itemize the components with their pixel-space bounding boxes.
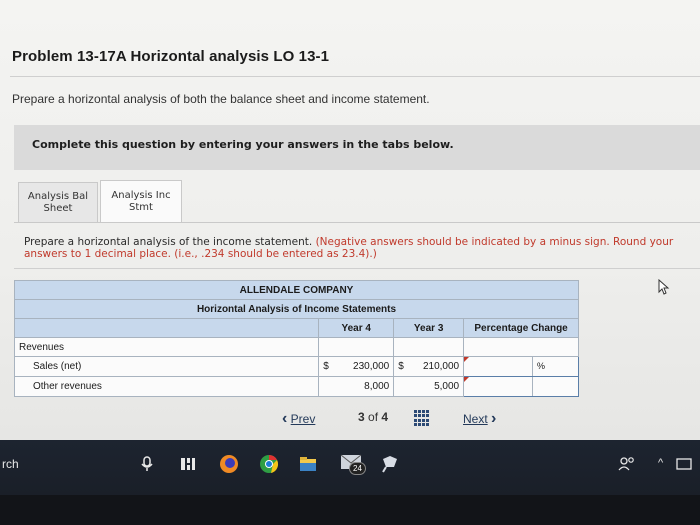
empty-cell bbox=[393, 337, 465, 357]
company-name: ALLENDALE COMPANY bbox=[14, 280, 579, 300]
mail-badge: 24 bbox=[349, 462, 366, 475]
table-row: Sales (net) $ 230,000 $ 210,000 % bbox=[13, 356, 579, 377]
required-marker-icon bbox=[464, 357, 470, 362]
cell-year3-sales: $ 210,000 bbox=[393, 356, 465, 377]
header-year4: Year 4 bbox=[318, 318, 395, 338]
statement-subtitle: Horizontal Analysis of Income Statements bbox=[14, 299, 579, 319]
instruction-banner: Complete this question by entering your … bbox=[14, 125, 700, 170]
pct-change-input-other[interactable] bbox=[463, 376, 579, 397]
table-row-section: Revenues bbox=[13, 337, 579, 357]
prev-label: Prev bbox=[290, 412, 316, 426]
banner-text: Complete this question by entering your … bbox=[32, 138, 454, 151]
pct-input-field[interactable] bbox=[464, 357, 533, 376]
empty-cell bbox=[463, 337, 579, 357]
row-label-sales: Sales (net) bbox=[13, 356, 320, 377]
cell-year3-other: 5,000 bbox=[393, 376, 465, 397]
content-instruction: Prepare a horizontal analysis of the inc… bbox=[24, 236, 700, 260]
currency-symbol: $ bbox=[398, 361, 404, 372]
tab-label-line1: Analysis Inc bbox=[111, 189, 171, 201]
table-header-company: ALLENDALE COMPANY bbox=[14, 280, 579, 300]
chevron-left-icon: ‹ bbox=[282, 410, 288, 427]
instruction-main: Prepare a horizontal analysis of the inc… bbox=[24, 236, 316, 248]
pct-input-field[interactable] bbox=[464, 377, 533, 396]
page-separator: of bbox=[368, 410, 379, 424]
task-view-icon[interactable] bbox=[180, 457, 196, 471]
browser-viewport: Problem 13-17A Horizontal analysis LO 13… bbox=[0, 0, 700, 440]
value-year4: 8,000 bbox=[364, 381, 390, 392]
header-blank bbox=[13, 318, 320, 338]
percent-sign: % bbox=[537, 361, 546, 371]
problem-instruction: Prepare a horizontal analysis of both th… bbox=[12, 92, 430, 106]
currency-symbol: $ bbox=[323, 361, 329, 372]
question-grid-icon[interactable] bbox=[414, 410, 430, 426]
page-total: 4 bbox=[381, 410, 389, 424]
instruction-divider bbox=[14, 268, 700, 269]
prev-button[interactable]: ‹ Prev bbox=[282, 410, 315, 428]
mouse-cursor-icon bbox=[658, 279, 670, 295]
microphone-icon[interactable] bbox=[140, 456, 154, 472]
store-app-icon[interactable] bbox=[380, 455, 400, 473]
value-year4: 230,000 bbox=[353, 361, 390, 372]
chrome-icon[interactable] bbox=[259, 454, 279, 474]
taskbar-search-text[interactable]: rch bbox=[2, 457, 19, 471]
percent-sign bbox=[533, 377, 578, 396]
tab-analysis-inc-stmt[interactable]: Analysis Inc Stmt bbox=[100, 180, 182, 222]
row-label-other-revenues: Other revenues bbox=[13, 376, 320, 397]
header-percentage-change: Percentage Change bbox=[463, 318, 579, 338]
file-explorer-icon[interactable] bbox=[299, 456, 317, 472]
header-year3: Year 3 bbox=[393, 318, 465, 338]
firefox-icon[interactable] bbox=[219, 454, 239, 474]
empty-cell bbox=[318, 337, 395, 357]
people-icon[interactable] bbox=[618, 457, 636, 471]
tab-label-line2: Sheet bbox=[43, 202, 73, 214]
table-row: Other revenues 8,000 5,000 bbox=[13, 376, 579, 397]
tray-caret-icon[interactable]: ^ bbox=[658, 457, 663, 469]
laptop-bezel bbox=[0, 495, 700, 525]
mail-app-icon[interactable]: 24 bbox=[340, 454, 366, 476]
tab-label-line2: Stmt bbox=[129, 201, 153, 213]
section-label-revenues: Revenues bbox=[13, 337, 320, 357]
chevron-right-icon: › bbox=[491, 410, 497, 427]
income-statement-table: ALLENDALE COMPANY Horizontal Analysis of… bbox=[13, 280, 579, 397]
cell-year4-other: 8,000 bbox=[318, 376, 395, 397]
table-header-subtitle: Horizontal Analysis of Income Statements bbox=[14, 299, 579, 319]
page-indicator: 3 of 4 bbox=[358, 410, 388, 424]
title-divider bbox=[10, 76, 700, 77]
value-year3: 5,000 bbox=[434, 381, 460, 392]
next-button[interactable]: Next › bbox=[463, 410, 496, 428]
tab-analysis-bal-sheet[interactable]: Analysis Bal Sheet bbox=[18, 182, 98, 222]
tab-label-line1: Analysis Bal bbox=[27, 190, 89, 202]
next-label: Next bbox=[463, 412, 488, 426]
problem-title: Problem 13-17A Horizontal analysis LO 13… bbox=[12, 48, 330, 65]
cell-year4-sales: $ 230,000 bbox=[318, 356, 395, 377]
page-current: 3 bbox=[358, 410, 365, 424]
notifications-icon[interactable] bbox=[676, 458, 692, 470]
pct-change-input-sales[interactable]: % bbox=[463, 356, 579, 377]
table-column-headers: Year 4 Year 3 Percentage Change bbox=[13, 318, 579, 338]
value-year3: 210,000 bbox=[422, 361, 460, 372]
required-marker-icon bbox=[464, 377, 470, 382]
